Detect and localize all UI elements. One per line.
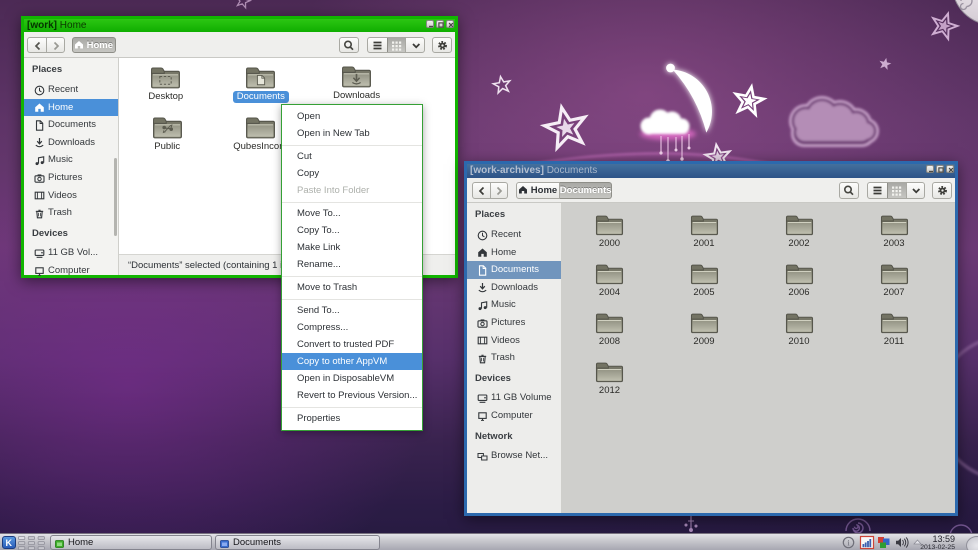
svg-text:i: i — [847, 538, 850, 548]
